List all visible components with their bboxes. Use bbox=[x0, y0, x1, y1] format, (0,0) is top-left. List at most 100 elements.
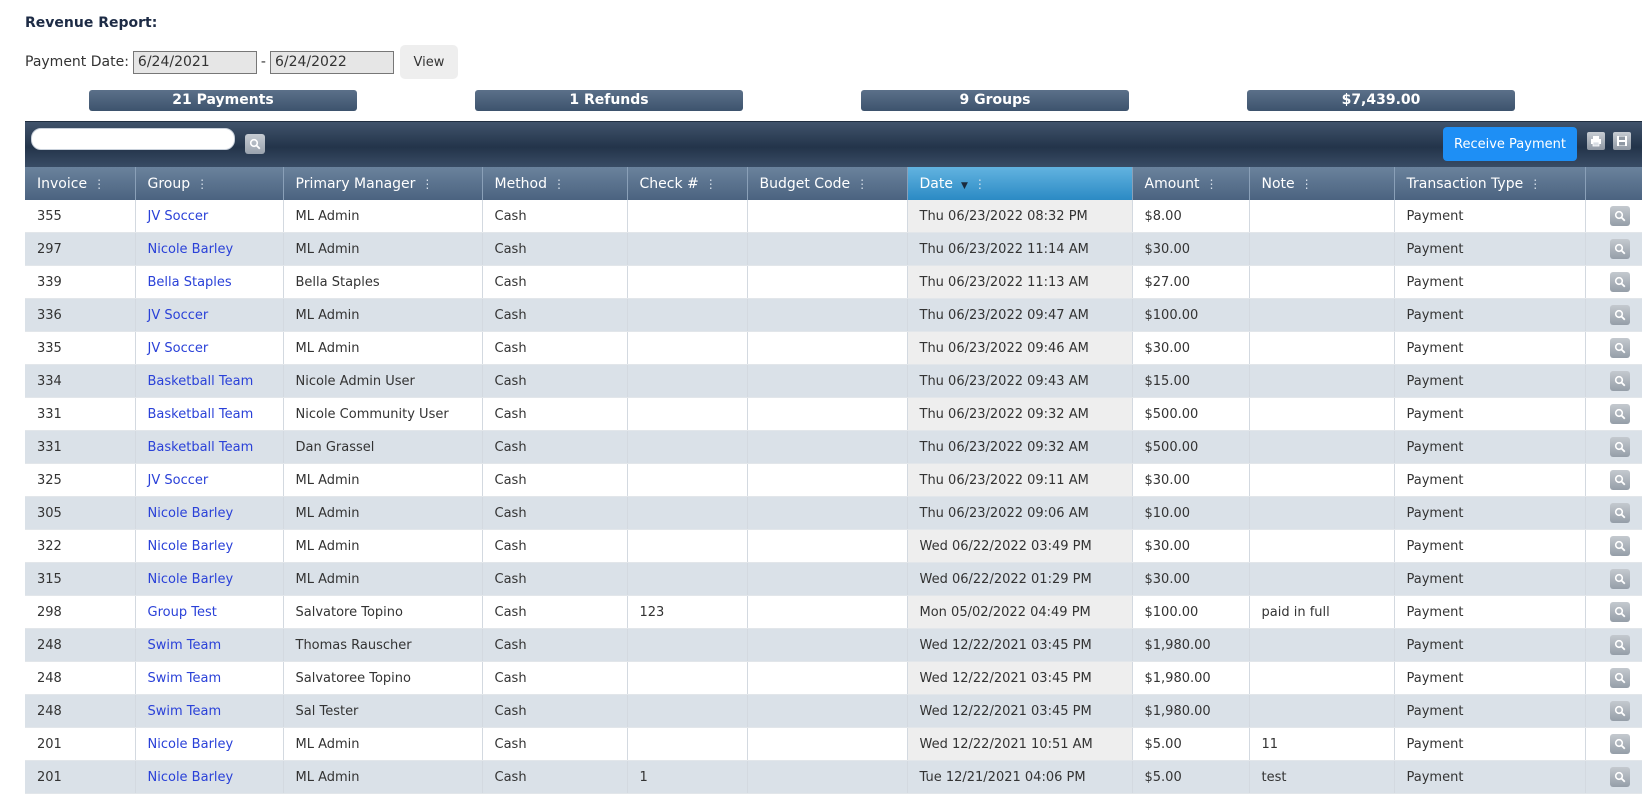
view-details-icon[interactable] bbox=[1609, 206, 1630, 226]
view-details-icon[interactable] bbox=[1609, 767, 1630, 787]
cell-actions bbox=[1585, 529, 1642, 563]
table-row[interactable]: 201 Nicole Barley ML Admin Cash Wed 12/22/20… bbox=[25, 727, 1642, 761]
column-menu-icon[interactable]: ⋮ bbox=[1529, 177, 1541, 191]
group-link[interactable]: Group Test bbox=[148, 605, 217, 620]
view-details-icon[interactable] bbox=[1609, 305, 1630, 325]
cell-check bbox=[627, 463, 748, 497]
table-row[interactable]: 322 Nicole Barley ML Admin Cash Wed 06/22/20… bbox=[25, 529, 1642, 563]
group-link[interactable]: JV Soccer bbox=[148, 473, 209, 488]
cell-actions bbox=[1585, 694, 1642, 728]
view-details-icon[interactable] bbox=[1609, 635, 1630, 655]
view-details-icon[interactable] bbox=[1609, 470, 1630, 490]
group-link[interactable]: Nicole Barley bbox=[148, 770, 234, 785]
column-header-amount[interactable]: Amount ⋮ bbox=[1132, 167, 1250, 200]
view-details-icon[interactable] bbox=[1609, 437, 1630, 457]
column-header-budget-code[interactable]: Budget Code ⋮ bbox=[747, 167, 908, 200]
view-details-icon[interactable] bbox=[1609, 239, 1630, 259]
view-details-icon[interactable] bbox=[1609, 536, 1630, 556]
view-details-icon[interactable] bbox=[1609, 503, 1630, 523]
cell-actions bbox=[1585, 200, 1642, 233]
table-row[interactable]: 315 Nicole Barley ML Admin Cash Wed 06/22/20… bbox=[25, 562, 1642, 596]
view-details-icon[interactable] bbox=[1609, 338, 1630, 358]
search-icon[interactable] bbox=[245, 134, 265, 154]
group-link[interactable]: Basketball Team bbox=[148, 374, 254, 389]
view-details-icon[interactable] bbox=[1609, 602, 1630, 622]
column-header-invoice[interactable]: Invoice ⋮ bbox=[25, 167, 136, 200]
cell-note bbox=[1249, 232, 1395, 266]
save-icon[interactable] bbox=[1613, 132, 1631, 150]
table-row[interactable]: 331 Basketball Team Dan Grassel Cash Thu 06/… bbox=[25, 430, 1642, 464]
column-header-check[interactable]: Check # ⋮ bbox=[627, 167, 748, 200]
view-details-icon[interactable] bbox=[1609, 272, 1630, 292]
print-icon[interactable] bbox=[1587, 132, 1605, 150]
view-details-icon[interactable] bbox=[1609, 404, 1630, 424]
group-link[interactable]: Nicole Barley bbox=[148, 737, 234, 752]
group-link[interactable]: Bella Staples bbox=[148, 275, 232, 290]
table-row[interactable]: 325 JV Soccer ML Admin Cash Thu 06/23/2022 0… bbox=[25, 463, 1642, 497]
column-menu-icon[interactable]: ⋮ bbox=[705, 177, 717, 191]
search-input[interactable] bbox=[31, 128, 235, 150]
column-header-transaction-type[interactable]: Transaction Type ⋮ bbox=[1394, 167, 1586, 200]
cell-check bbox=[627, 628, 748, 662]
receive-payment-button[interactable]: Receive Payment bbox=[1443, 127, 1577, 161]
table-row[interactable]: 298 Group Test Salvatore Topino Cash 123 Mon … bbox=[25, 595, 1642, 629]
view-button[interactable]: View bbox=[399, 45, 458, 79]
column-menu-icon[interactable]: ⋮ bbox=[196, 177, 208, 191]
cell-invoice: 336 bbox=[25, 298, 136, 332]
group-link[interactable]: JV Soccer bbox=[148, 341, 209, 356]
table-row[interactable]: 335 JV Soccer ML Admin Cash Thu 06/23/2022 0… bbox=[25, 331, 1642, 365]
column-header-group[interactable]: Group ⋮ bbox=[135, 167, 284, 200]
column-menu-icon[interactable]: ⋮ bbox=[93, 177, 105, 191]
cell-actions bbox=[1585, 628, 1642, 662]
group-link[interactable]: Nicole Barley bbox=[148, 539, 234, 554]
table-row[interactable]: 297 Nicole Barley ML Admin Cash Thu 06/23/20… bbox=[25, 232, 1642, 266]
table-row[interactable]: 355 JV Soccer ML Admin Cash Thu 06/23/2022 0… bbox=[25, 200, 1642, 233]
view-details-icon[interactable] bbox=[1609, 371, 1630, 391]
table-row[interactable]: 334 Basketball Team Nicole Admin User Cash T… bbox=[25, 364, 1642, 398]
group-link[interactable]: Nicole Barley bbox=[148, 506, 234, 521]
cell-check: 1 bbox=[627, 760, 748, 794]
group-link[interactable]: Nicole Barley bbox=[148, 242, 234, 257]
view-details-icon[interactable] bbox=[1609, 569, 1630, 589]
table-row[interactable]: 248 Swim Team Thomas Rauscher Cash Wed 12/22… bbox=[25, 628, 1642, 662]
cell-date: Thu 06/23/2022 09:06 AM bbox=[907, 496, 1133, 530]
table-row[interactable]: 336 JV Soccer ML Admin Cash Thu 06/23/2022 0… bbox=[25, 298, 1642, 332]
column-menu-icon[interactable]: ⋮ bbox=[553, 177, 565, 191]
table-row[interactable]: 305 Nicole Barley ML Admin Cash Thu 06/23/20… bbox=[25, 496, 1642, 530]
column-header-note[interactable]: Note ⋮ bbox=[1249, 167, 1395, 200]
column-header-primary-manager[interactable]: Primary Manager ⋮ bbox=[283, 167, 483, 200]
column-header-method[interactable]: Method ⋮ bbox=[482, 167, 628, 200]
group-link[interactable]: Nicole Barley bbox=[148, 572, 234, 587]
group-link[interactable]: Swim Team bbox=[148, 671, 222, 686]
view-details-icon[interactable] bbox=[1609, 734, 1630, 754]
group-link[interactable]: Basketball Team bbox=[148, 407, 254, 422]
table-row[interactable]: 331 Basketball Team Nicole Community User C… bbox=[25, 397, 1642, 431]
cell-check bbox=[627, 727, 748, 761]
table-row[interactable]: 248 Swim Team Salvatoree Topino Cash Wed 12/… bbox=[25, 661, 1642, 695]
group-link[interactable]: JV Soccer bbox=[148, 308, 209, 323]
cell-primary-manager: Dan Grassel bbox=[283, 430, 483, 464]
column-menu-icon[interactable]: ⋮ bbox=[421, 177, 433, 191]
table-row[interactable]: 248 Swim Team Sal Tester Cash Wed 12/22/2021… bbox=[25, 694, 1642, 728]
cell-note bbox=[1249, 397, 1395, 431]
end-date-input[interactable] bbox=[269, 50, 394, 74]
table-row[interactable]: 201 Nicole Barley ML Admin Cash 1 Tue 12/21/2… bbox=[25, 760, 1642, 794]
view-details-icon[interactable] bbox=[1609, 668, 1630, 688]
groups-count-badge: 9 Groups bbox=[861, 90, 1129, 111]
cell-note bbox=[1249, 628, 1395, 662]
cell-group: Basketball Team bbox=[135, 397, 284, 431]
view-details-icon[interactable] bbox=[1609, 701, 1630, 721]
cell-invoice: 201 bbox=[25, 727, 136, 761]
cell-group: Basketball Team bbox=[135, 364, 284, 398]
group-link[interactable]: Swim Team bbox=[148, 704, 222, 719]
column-menu-icon[interactable]: ⋮ bbox=[1301, 177, 1313, 191]
start-date-input[interactable] bbox=[132, 50, 257, 74]
column-menu-icon[interactable]: ⋮ bbox=[1206, 177, 1218, 191]
column-header-date[interactable]: Date ▼ ⋮ bbox=[907, 167, 1133, 200]
group-link[interactable]: Basketball Team bbox=[148, 440, 254, 455]
table-row[interactable]: 339 Bella Staples Bella Staples Cash Thu 06/… bbox=[25, 265, 1642, 299]
column-menu-icon[interactable]: ⋮ bbox=[856, 177, 868, 191]
group-link[interactable]: Swim Team bbox=[148, 638, 222, 653]
group-link[interactable]: JV Soccer bbox=[148, 209, 209, 224]
column-menu-icon[interactable]: ⋮ bbox=[974, 177, 986, 191]
